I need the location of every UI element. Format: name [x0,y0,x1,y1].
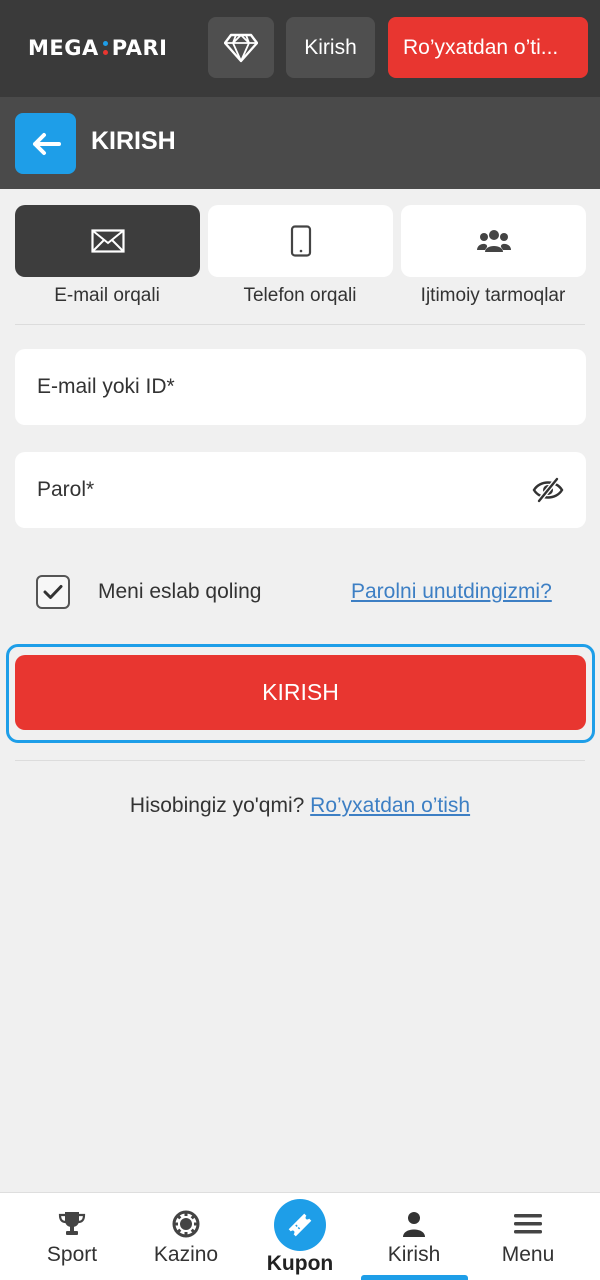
nav-item-kupon[interactable]: Kupon [243,1193,357,1280]
register-button[interactable]: Ro’yxatdan o’ti... [388,17,588,78]
megapari-logo[interactable]: MEGA PARI [28,34,167,62]
nav-active-indicator [361,1275,468,1280]
casino-chip-icon [171,1209,201,1239]
back-button[interactable] [15,113,76,174]
checkmark-icon [43,585,63,599]
page-title: KIRISH [91,127,176,155]
register-prompt-text: Hisobingiz yo'qmi? [129,794,311,817]
logo-text-left: MEGA [28,36,99,60]
register-link[interactable]: Ro’yxatdan o’tish [310,794,470,817]
envelope-icon [90,229,125,253]
page-header: KIRISH [0,97,600,189]
tab-phone-label: Telefon orqali [243,285,357,306]
user-icon [399,1209,429,1239]
submit-login-button[interactable]: KIRISH [15,655,586,730]
arrow-left-icon [32,132,61,155]
trophy-icon [57,1209,87,1239]
tab-email[interactable] [15,205,200,277]
nav-label-sport: Sport [46,1243,98,1266]
phone-icon [290,225,311,257]
logo-dots-icon [102,41,108,55]
nav-label-kirish: Kirish [387,1243,441,1266]
nav-item-kazino[interactable]: Kazino [129,1193,243,1280]
hamburger-icon [513,1209,543,1239]
nav-item-sport[interactable]: Sport [15,1193,129,1280]
password-field-wrapper [15,452,586,528]
tab-social[interactable] [401,205,586,277]
divider [15,760,585,761]
remember-checkbox[interactable] [36,575,70,609]
nav-item-menu[interactable]: Menu [471,1193,585,1280]
tab-social-label: Ijtimoiy tarmoqlar [420,285,566,306]
remember-label[interactable]: Meni eslab qoling [98,580,261,604]
nav-label-kupon: Kupon [266,1252,334,1275]
email-field-wrapper [15,349,586,425]
nav-label-menu: Menu [501,1243,555,1266]
nav-label-kazino: Kazino [153,1243,219,1266]
diamond-icon [224,33,258,62]
password-input[interactable] [15,452,586,528]
vip-button[interactable] [208,17,274,78]
top-bar: MEGA PARI Kirish Ro’yxatdan o’ti... [0,0,600,97]
tab-phone[interactable] [208,205,393,277]
login-button[interactable]: Kirish [286,17,375,78]
users-icon [476,230,511,252]
nav-item-kirish[interactable]: Kirish [357,1193,471,1280]
logo-text-right: PARI [111,36,168,60]
forgot-password-link[interactable]: Parolni unutdingizmi? [351,580,552,604]
eye-off-icon[interactable] [532,474,564,506]
email-input[interactable] [15,349,586,425]
register-prompt: Hisobingiz yo'qmi? Ro’yxatdan o’tish [0,794,600,818]
kupon-circle [274,1199,326,1251]
ticket-icon [288,1213,312,1237]
divider [15,324,585,325]
bottom-nav: Sport Kazino Kupon Kirish Menu [0,1192,600,1280]
tab-email-label: E-mail orqali [54,285,160,306]
